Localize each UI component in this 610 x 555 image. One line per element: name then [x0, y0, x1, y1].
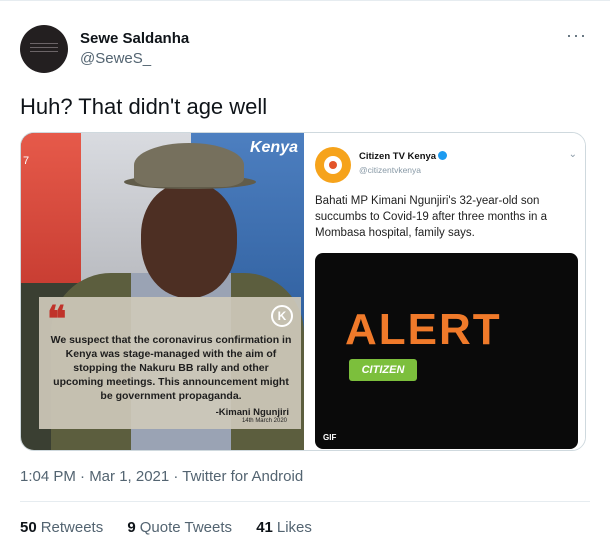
- tweet-text: Huh? That didn't age well: [20, 94, 268, 119]
- quote-date: 14th March 2020: [241, 418, 287, 424]
- chevron-down-icon: ⌄: [568, 149, 577, 160]
- likes-stat[interactable]: 41 Likes: [256, 518, 312, 538]
- quote-tweets-label: Quote Tweets: [139, 519, 233, 536]
- embedded-account-name-text: Citizen TV Kenya: [359, 151, 437, 162]
- page-marker: 7: [23, 155, 30, 167]
- tweet-stats: 50 Retweets 9 Quote Tweets 41 Likes: [20, 518, 332, 538]
- author-names: Sewe Saldanha @SeweS_: [80, 29, 189, 69]
- hat: [134, 143, 244, 187]
- media-image-right[interactable]: Citizen TV Kenya @citizentvkenya ⌄ Bahat…: [305, 133, 585, 450]
- person-face: [141, 183, 237, 298]
- embedded-gif: ALERT CITIZEN GIF: [315, 253, 578, 449]
- author-handle[interactable]: @SeweS_: [80, 49, 189, 69]
- retweets-stat[interactable]: 50 Retweets: [20, 518, 103, 538]
- k-badge-icon: K: [271, 305, 293, 327]
- likes-count: 41: [256, 519, 273, 536]
- tweet-media[interactable]: Kenya 7 ❝ K We suspect that the coronavi…: [20, 132, 586, 451]
- embedded-account-handle: @citizentvkenya: [359, 165, 422, 175]
- quote-tweets-stat[interactable]: 9 Quote Tweets: [127, 518, 232, 538]
- alert-text: ALERT: [345, 305, 502, 354]
- likes-label: Likes: [276, 519, 312, 536]
- quote-author: -Kimani Ngunjiri: [215, 407, 289, 418]
- embedded-account-name: Citizen TV Kenya: [359, 151, 448, 162]
- gif-label: GIF: [323, 433, 337, 442]
- tweet-header: Sewe Saldanha @SeweS_ ···: [20, 25, 590, 77]
- retweets-count: 50: [20, 519, 37, 536]
- quote-box: ❝ K We suspect that the coronavirus conf…: [39, 297, 301, 429]
- citizen-tv-logo-icon: [315, 147, 351, 183]
- quote-tweets-count: 9: [127, 519, 136, 536]
- verified-badge-icon: [438, 151, 448, 160]
- media-image-left[interactable]: Kenya 7 ❝ K We suspect that the coronavi…: [21, 133, 304, 450]
- more-horizontal-icon[interactable]: ···: [566, 26, 586, 49]
- citizen-badge: CITIZEN: [349, 359, 417, 381]
- tweet-card: Sewe Saldanha @SeweS_ ··· Huh? That didn…: [0, 0, 610, 555]
- tweet-timestamp[interactable]: 1:04 PM · Mar 1, 2021 · Twitter for Andr…: [20, 467, 303, 487]
- embedded-tweet-text: Bahati MP Kimani Ngunjiri's 32-year-old …: [315, 195, 548, 239]
- author-display-name[interactable]: Sewe Saldanha: [80, 29, 189, 49]
- quote-text: We suspect that the coronavirus confirma…: [50, 334, 292, 402]
- retweets-label: Retweets: [40, 519, 104, 536]
- avatar-pattern: [30, 43, 58, 53]
- divider: [20, 501, 590, 502]
- kenya-brand-logo: Kenya: [249, 139, 298, 156]
- avatar[interactable]: [20, 25, 68, 73]
